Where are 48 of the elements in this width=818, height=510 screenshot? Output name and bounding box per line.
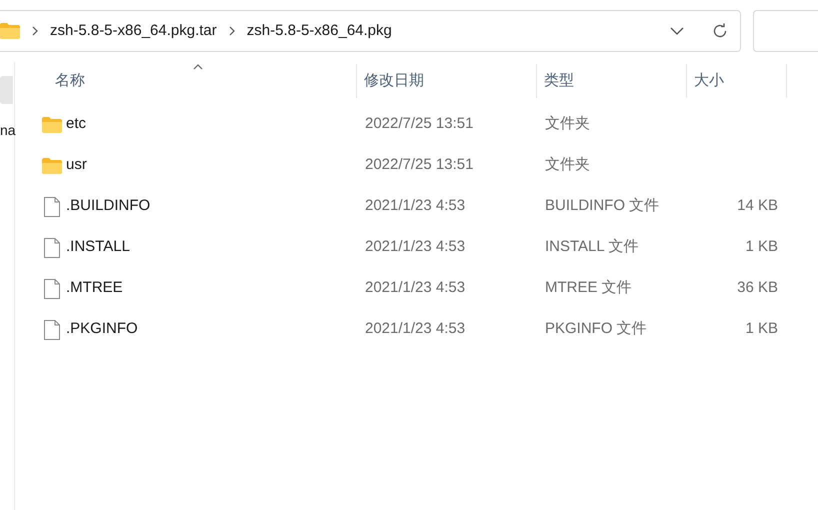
column-header[interactable]: 大小 <box>687 64 787 98</box>
file-icon <box>44 278 60 298</box>
modified-date: 2021/1/23 4:53 <box>365 320 466 338</box>
sidebar-item[interactable]: na <box>0 120 14 141</box>
file-icon <box>44 320 60 340</box>
file-size: 36 KB <box>737 278 778 298</box>
modified-date: 2022/7/25 13:51 <box>365 115 474 132</box>
chevron-right-icon <box>32 26 38 36</box>
column-header[interactable]: 类型 <box>537 64 687 98</box>
folder-icon <box>42 158 62 174</box>
file-type: BUILDINFO 文件 <box>545 197 660 214</box>
file-icon <box>44 196 60 216</box>
file-icon <box>44 238 60 258</box>
file-type: INSTALL 文件 <box>545 238 638 256</box>
modified-date: 2022/7/25 13:51 <box>365 156 474 174</box>
modified-date: 2021/1/23 4:53 <box>365 238 466 256</box>
file-row[interactable]: .MTREE 2021/1/23 4:53 MTREE 文件 36 KB <box>40 268 787 309</box>
file-size: 1 KB <box>745 237 778 258</box>
modified-date: 2021/1/23 4:53 <box>365 279 466 296</box>
folder-icon <box>42 116 62 132</box>
breadcrumb-item[interactable]: zsh-5.8-5-x86_64.pkg.tar <box>50 20 217 42</box>
file-name: etc <box>66 114 86 134</box>
file-name: .MTREE <box>66 278 123 298</box>
column-header[interactable]: 名称 <box>40 64 357 98</box>
folder-icon <box>0 23 20 39</box>
file-name: usr <box>66 155 87 176</box>
file-row[interactable]: usr 2022/7/25 13:51 文件夹 <box>40 145 787 186</box>
breadcrumb-item[interactable]: zsh-5.8-5-x86_64.pkg <box>246 20 392 42</box>
file-type: PKGINFO 文件 <box>545 320 647 338</box>
chevron-right-icon <box>228 26 235 36</box>
refresh-icon[interactable] <box>712 23 728 39</box>
file-row[interactable]: .BUILDINFO 2021/1/23 4:53 BUILDINFO 文件 14 KB <box>40 186 787 227</box>
file-size: 1 KB <box>745 319 778 340</box>
modified-date: 2021/1/23 4:53 <box>365 197 466 214</box>
search-field[interactable] <box>753 10 818 52</box>
chevron-down-icon[interactable] <box>670 27 684 35</box>
address-bar[interactable]: zsh-5.8-5-x86_64.pkg.tar zsh-5.8-5-x86_64.pkg <box>0 10 741 52</box>
column-header[interactable]: 修改日期 <box>357 64 537 98</box>
file-name: .BUILDINFO <box>66 196 150 216</box>
file-type: 文件夹 <box>545 115 590 132</box>
file-name: .INSTALL <box>66 237 130 258</box>
file-row[interactable]: etc 2022/7/25 13:51 文件夹 <box>40 104 787 145</box>
file-name: .PKGINFO <box>66 319 138 340</box>
file-size: 14 KB <box>737 196 778 216</box>
file-row[interactable]: .INSTALL 2021/1/23 4:53 INSTALL 文件 1 KB <box>40 227 787 268</box>
file-row[interactable]: .PKGINFO 2021/1/23 4:53 PKGINFO 文件 1 KB <box>40 309 787 350</box>
file-type: MTREE 文件 <box>545 279 632 296</box>
file-type: 文件夹 <box>545 156 590 174</box>
